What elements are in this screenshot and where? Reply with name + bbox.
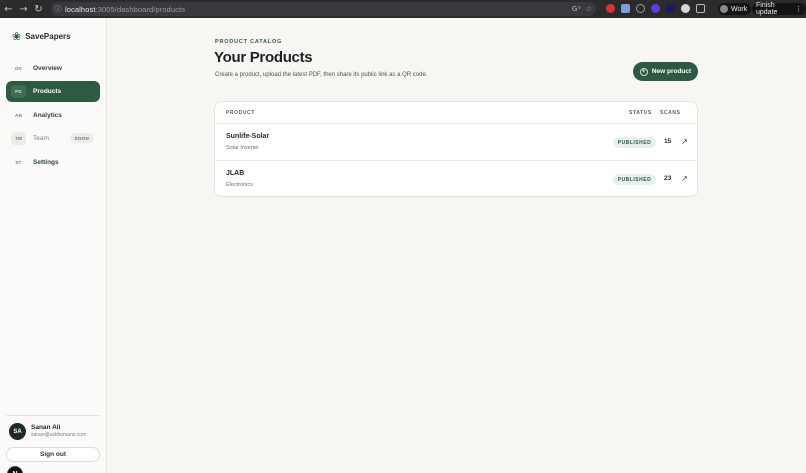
products-table: PRODUCT STATUS SCANS Sunlife-Solar Solar…: [214, 101, 698, 197]
profile-avatar: [720, 5, 728, 13]
sidebar-item-abbr: OV: [15, 66, 22, 71]
finish-update-button[interactable]: Finish update ⋮: [752, 2, 806, 16]
extension-icon-dark[interactable]: [666, 4, 675, 13]
kebab-menu-icon[interactable]: ⋮: [795, 5, 802, 13]
translate-icon[interactable]: G ᵃ: [572, 5, 581, 13]
url-text[interactable]: localhost:3005/dashboard/products: [65, 5, 185, 14]
open-external-icon[interactable]: ↗: [680, 174, 689, 183]
new-product-button[interactable]: + New product: [633, 62, 698, 81]
user-name: Sanan Ali: [31, 424, 61, 431]
sidebar: ❀ SavePapers OV Overview PD Products AN …: [0, 18, 107, 473]
plus-icon: +: [639, 67, 648, 76]
bookmark-star-icon[interactable]: ☆: [586, 5, 592, 13]
sidebar-item-team[interactable]: TM Team SOON: [6, 128, 100, 149]
status-badge: PUBLISHED: [613, 137, 656, 148]
page-eyebrow: PRODUCT CATALOG: [215, 39, 283, 45]
sidebar-item-label: Overview: [33, 65, 62, 72]
sidebar-item-label: Products: [33, 88, 62, 95]
scan-count: 15: [664, 138, 672, 145]
extensions-icon[interactable]: [696, 4, 705, 13]
forward-icon[interactable]: →: [16, 0, 31, 18]
brand[interactable]: ❀ SavePapers: [12, 30, 71, 43]
product-name[interactable]: JLAB: [226, 170, 244, 177]
table-row[interactable]: JLAB Electronics PUBLISHED 23 ↗: [215, 161, 697, 196]
sidebar-item-label: Team: [33, 135, 49, 142]
sidebar-item-label: Settings: [33, 159, 59, 166]
site-info-icon[interactable]: ⓘ: [51, 4, 65, 14]
soon-badge: SOON: [69, 133, 94, 143]
page-title: Your Products: [214, 49, 313, 66]
sidebar-item-abbr: PD: [11, 85, 26, 98]
profile-button[interactable]: Work: [718, 3, 752, 15]
table-row[interactable]: Sunlife-Solar Solar Inverter PUBLISHED 1…: [215, 124, 697, 161]
profile-label: Work: [731, 5, 748, 13]
sidebar-item-overview[interactable]: OV Overview: [6, 58, 100, 79]
brand-name: SavePapers: [25, 32, 71, 41]
browser-toolbar: ← → ↻ ⓘ localhost:3005/dashboard/product…: [0, 0, 806, 18]
new-product-label: New product: [651, 68, 692, 75]
user-email: sanan@askhumans.com: [31, 432, 87, 438]
column-header-scans: SCANS: [660, 110, 681, 116]
leaf-logo-icon: ❀: [12, 31, 22, 43]
extension-icon-purple[interactable]: [651, 4, 660, 13]
status-badge: PUBLISHED: [613, 174, 656, 185]
extension-icon-gray[interactable]: [636, 4, 645, 13]
sidebar-item-abbr: AN: [15, 113, 22, 118]
product-category: Electronics: [226, 182, 253, 188]
column-header-product: PRODUCT: [226, 110, 255, 116]
column-header-status: STATUS: [629, 110, 652, 116]
scan-count: 23: [664, 175, 672, 182]
page-subtitle: Create a product, upload the latest PDF,…: [215, 72, 428, 78]
extension-icon-blue[interactable]: [621, 4, 630, 13]
sidebar-item-abbr: TM: [11, 132, 26, 145]
sidebar-divider: [6, 415, 100, 416]
sidebar-item-settings[interactable]: ST Settings: [6, 152, 100, 173]
sidebar-item-abbr: ST: [15, 160, 22, 165]
extension-icon-red[interactable]: [606, 4, 615, 13]
sign-out-button[interactable]: Sign out: [6, 447, 100, 462]
sidebar-item-analytics[interactable]: AN Analytics: [6, 105, 100, 126]
reload-icon[interactable]: ↻: [31, 0, 46, 18]
back-icon[interactable]: ←: [1, 0, 16, 18]
product-name[interactable]: Sunlife-Solar: [226, 133, 269, 140]
finish-update-label: Finish update: [756, 2, 778, 16]
sidebar-item-label: Analytics: [33, 112, 62, 119]
extension-icon-white[interactable]: [681, 4, 690, 13]
open-external-icon[interactable]: ↗: [680, 137, 689, 146]
product-category: Solar Inverter: [226, 145, 260, 151]
sidebar-item-products[interactable]: PD Products: [6, 81, 100, 102]
address-bar[interactable]: ⓘ localhost:3005/dashboard/products G ᵃ …: [51, 2, 596, 16]
avatar: SA: [9, 423, 26, 440]
dev-tools-badge[interactable]: N: [7, 466, 23, 473]
